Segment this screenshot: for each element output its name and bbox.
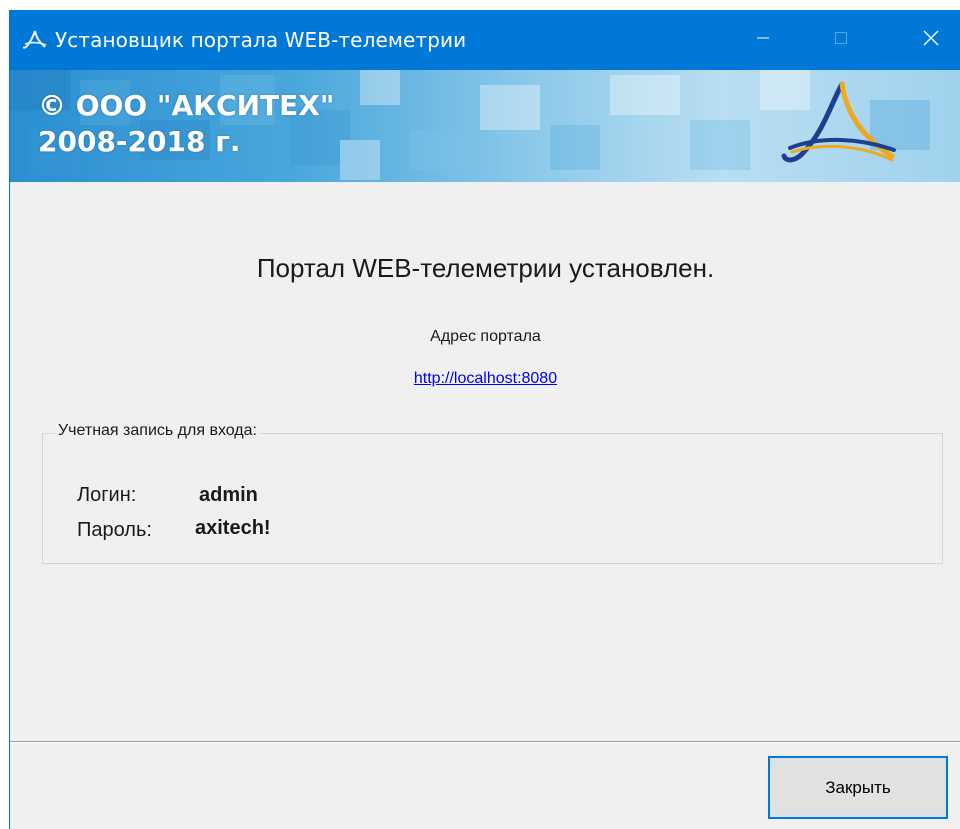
- title-bar[interactable]: Установщик портала WEB-телеметрии: [10, 10, 960, 70]
- maximize-icon: [834, 31, 848, 50]
- password-value: axitech!: [195, 517, 271, 539]
- axitech-logo-icon: [22, 30, 47, 50]
- login-row: Логин: admin: [77, 484, 258, 507]
- copyright-line-1: © ООО "АКСИТЕХ": [38, 89, 335, 122]
- copyright-text: © ООО "АКСИТЕХ" 2008-2018 г.: [38, 88, 334, 160]
- footer-separator: [10, 741, 960, 743]
- copyright-line-2: 2008-2018 г.: [38, 125, 241, 158]
- portal-address-label: Адрес портала: [430, 328, 541, 345]
- minimize-icon: [756, 31, 770, 50]
- login-value: admin: [199, 484, 258, 506]
- installer-window: Установщик портала WEB-телеметрии © ООО …: [9, 10, 960, 829]
- portal-address-link[interactable]: http://localhost:8080: [414, 370, 557, 387]
- success-heading: Портал WEB-телеметрии установлен.: [256, 253, 715, 283]
- credentials-group: Учетная запись для входа: Логин: admin П…: [42, 422, 943, 564]
- maximize-button: [818, 10, 864, 70]
- password-row: Пароль: axitech!: [77, 517, 271, 542]
- window-title: Установщик портала WEB-телеметрии: [55, 28, 467, 52]
- password-label: Пароль:: [77, 519, 152, 541]
- credentials-group-legend: Учетная запись для входа:: [55, 422, 260, 440]
- login-label: Логин:: [77, 484, 137, 506]
- close-button[interactable]: Закрыть: [768, 756, 948, 819]
- close-icon: [922, 29, 940, 52]
- axitech-logo: [780, 76, 900, 181]
- minimize-button[interactable]: [740, 10, 786, 70]
- header-banner: © ООО "АКСИТЕХ" 2008-2018 г.: [10, 70, 960, 182]
- close-window-button[interactable]: [908, 10, 954, 70]
